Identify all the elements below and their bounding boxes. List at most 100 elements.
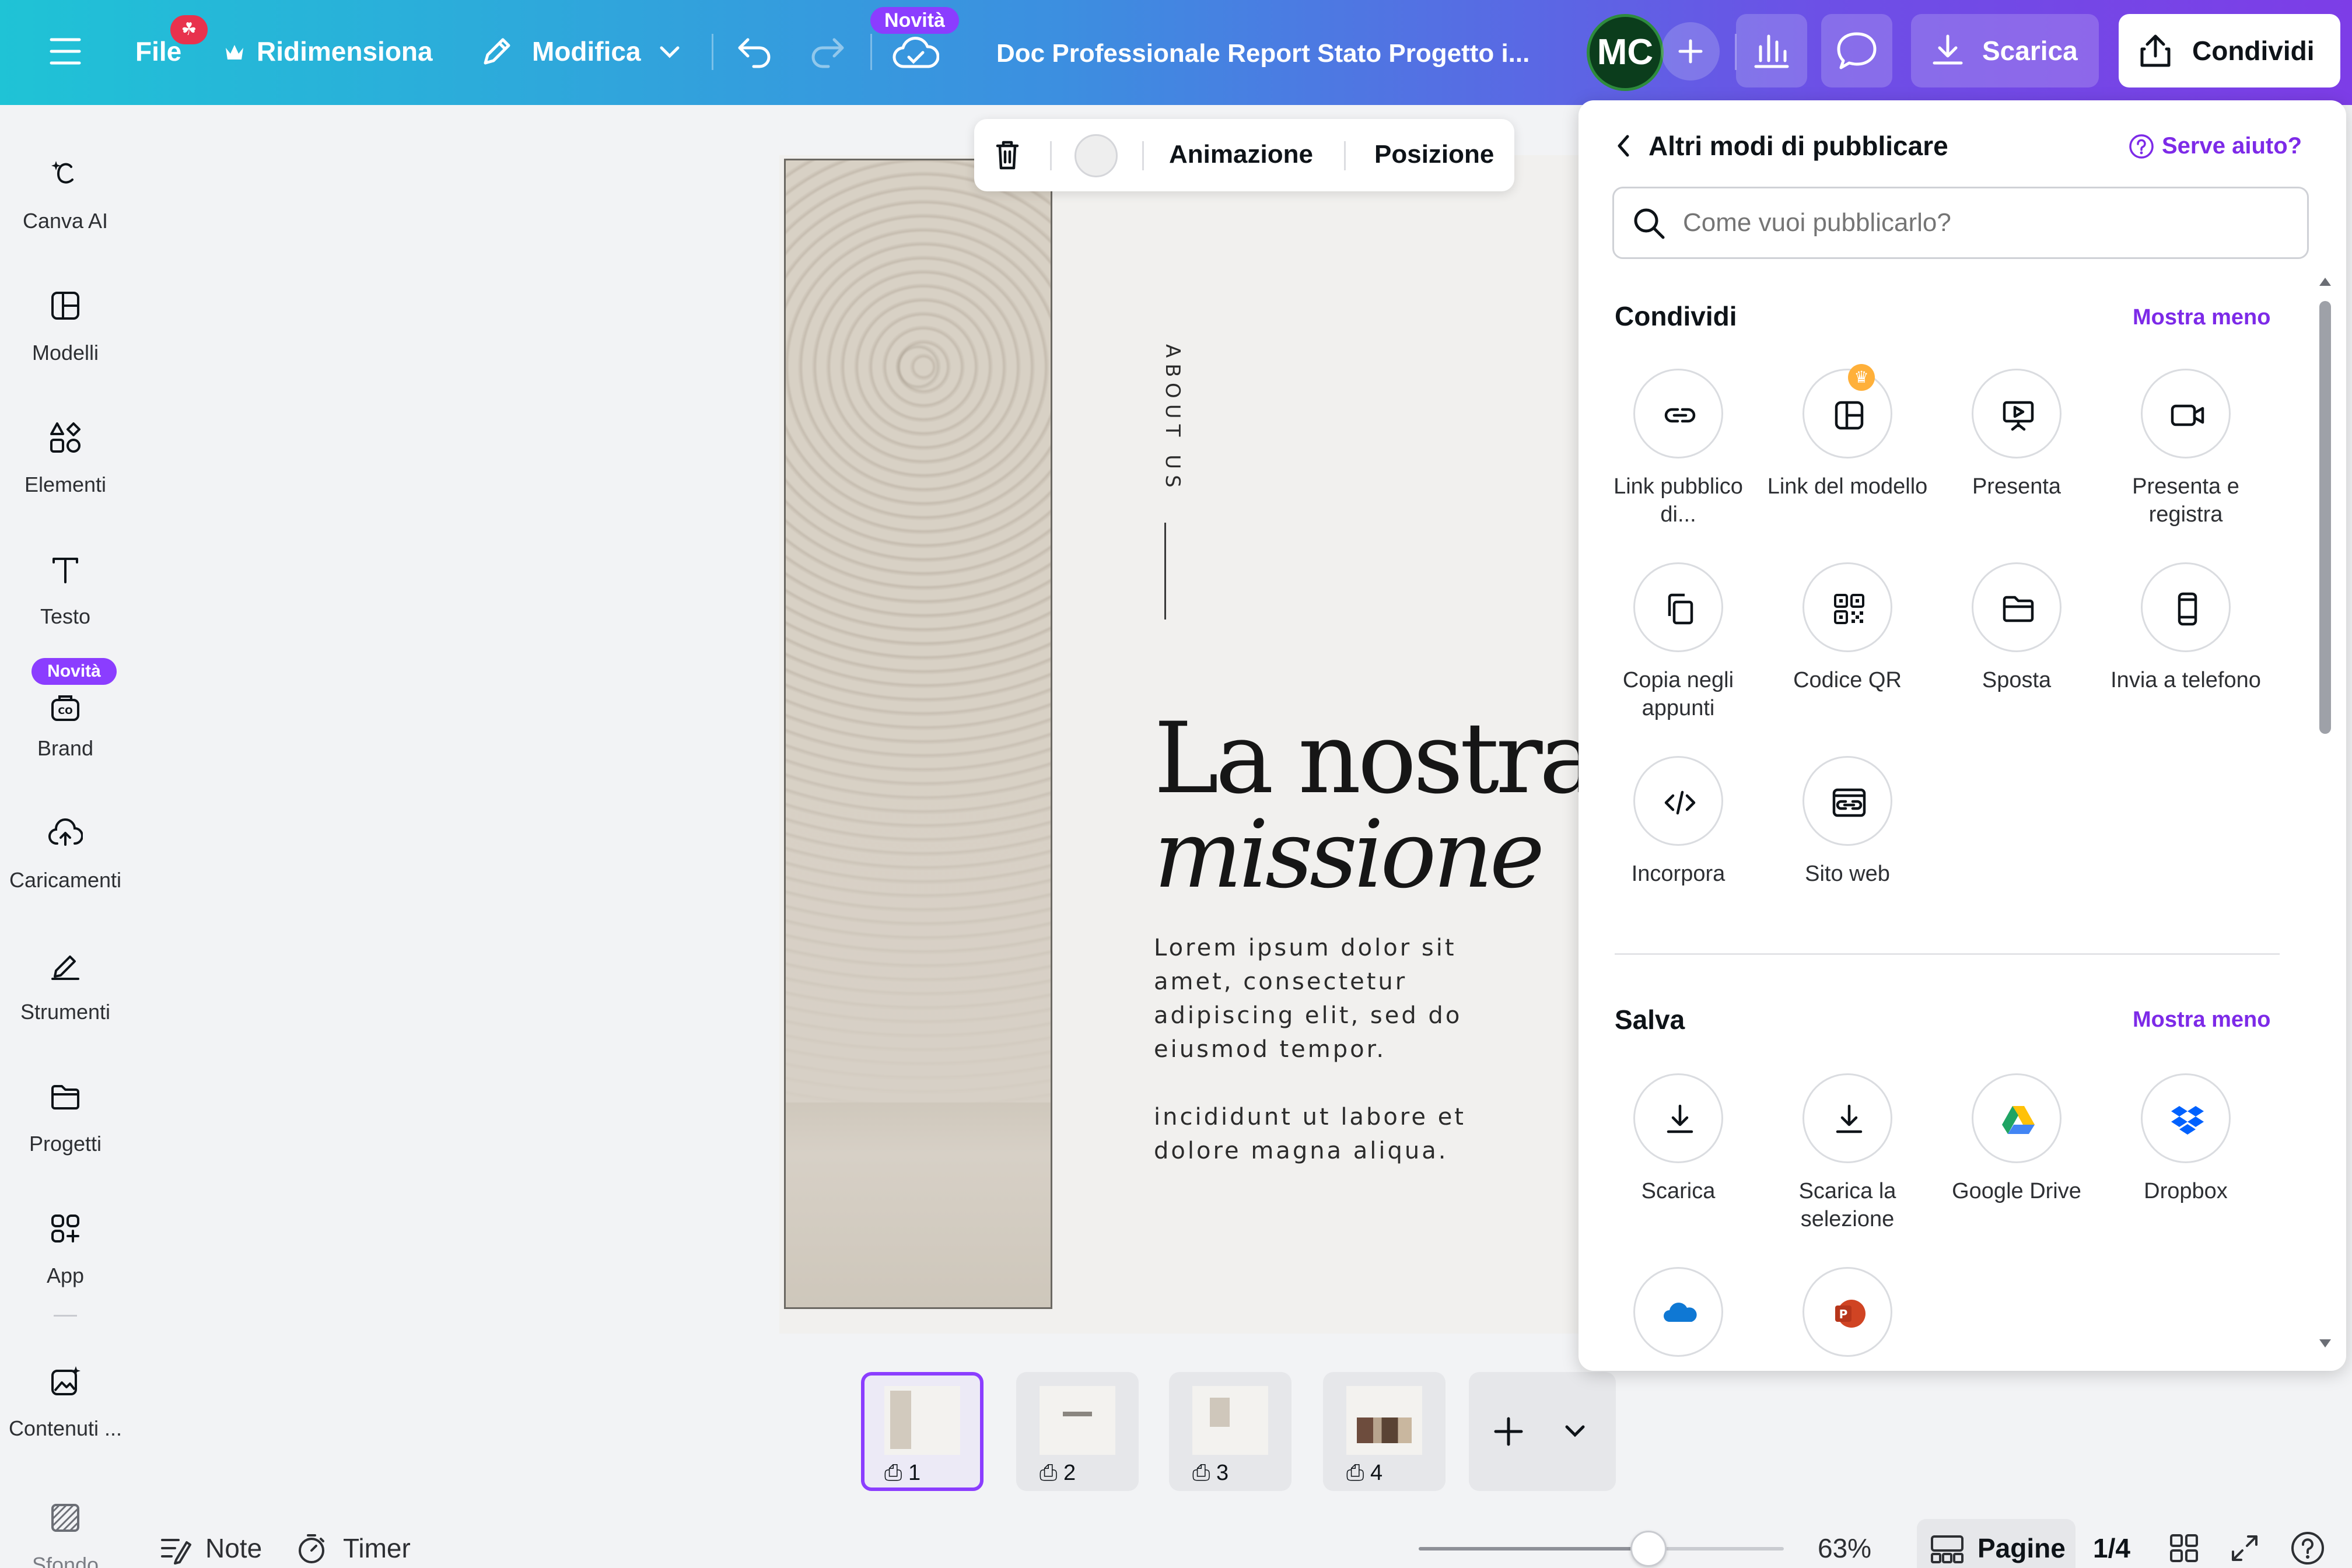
templates-icon: [48, 288, 83, 323]
panel-scrollbar[interactable]: [2315, 275, 2336, 1353]
share-option-present[interactable]: Presenta: [1932, 369, 2101, 561]
save-option-dropbox[interactable]: Dropbox: [2101, 1073, 2270, 1266]
timer-button[interactable]: Timer: [343, 1532, 411, 1564]
share-option-send-phone[interactable]: Invia a telefono: [2101, 562, 2270, 755]
share-option-qr-code[interactable]: Codice QR: [1763, 562, 1932, 755]
publish-search-field[interactable]: [1612, 187, 2309, 259]
chevron-down-icon: [1565, 1425, 1585, 1437]
scrollbar-thumb[interactable]: [2319, 301, 2331, 734]
body-paragraph-2[interactable]: incididunt ut labore et dolore magna ali…: [1154, 1100, 1516, 1168]
sidebar-item-brand[interactable]: Novità CO Brand: [0, 658, 131, 796]
add-page-button[interactable]: [1469, 1372, 1616, 1491]
sidebar-item-label: Contenuti ...: [8, 1416, 123, 1440]
toolbar-divider: [1344, 141, 1346, 170]
resize-button[interactable]: Ridimensiona: [257, 34, 433, 69]
option-label: Sposta: [1982, 668, 2052, 692]
download-selection-icon: [1831, 1101, 1868, 1139]
avatar[interactable]: MC: [1587, 14, 1664, 91]
analytics-button[interactable]: [1736, 14, 1807, 88]
share-option-embed[interactable]: Incorpora: [1594, 756, 1763, 949]
present-icon: [2000, 397, 2037, 434]
page-thumbnail[interactable]: ⎙ 4: [1323, 1372, 1446, 1491]
position-button[interactable]: Posizione: [1374, 136, 1494, 173]
notes-button[interactable]: Note: [205, 1532, 262, 1564]
sidebar-item-elements[interactable]: Elementi: [0, 410, 131, 532]
option-label: Scarica la selezione: [1798, 1179, 1896, 1231]
page-thumbnail[interactable]: ⎙ 3: [1169, 1372, 1292, 1491]
help-link[interactable]: Serve aiuto?: [2162, 128, 2302, 163]
sidebar-item-label: Elementi: [24, 473, 107, 496]
share-option-public-link[interactable]: Link pubblico di...: [1594, 369, 1763, 561]
pages-view-button[interactable]: Pagine: [1917, 1519, 2076, 1568]
zoom-slider[interactable]: [1419, 1531, 1784, 1567]
add-collaborator-button[interactable]: [1661, 22, 1720, 80]
share-option-website[interactable]: Sito web: [1763, 756, 1932, 949]
sidebar-item-label: Strumenti: [20, 1000, 111, 1024]
sidebar-item-text[interactable]: Testo: [0, 541, 131, 664]
cloud-saved-icon[interactable]: [892, 36, 939, 71]
page-counter[interactable]: 1/4: [2093, 1532, 2130, 1564]
print-icon: ⎙: [884, 1461, 902, 1485]
download-icon: [1661, 1101, 1699, 1139]
about-us-vertical-text[interactable]: ABOUT US: [1161, 344, 1184, 496]
grid-view-icon[interactable]: [2168, 1532, 2200, 1564]
color-swatch[interactable]: [1074, 134, 1118, 177]
comment-icon: [1837, 32, 1877, 69]
toolbar-divider: [712, 34, 713, 70]
chevron-down-icon[interactable]: [658, 43, 681, 61]
apps-icon: [48, 1211, 83, 1246]
fullscreen-icon[interactable]: [2228, 1532, 2261, 1564]
option-circle: [1803, 562, 1892, 652]
share-show-less-link[interactable]: Mostra meno: [2133, 300, 2270, 335]
share-button[interactable]: Condividi: [2119, 14, 2340, 88]
undo-icon[interactable]: [736, 34, 774, 69]
sidebar-item-uploads[interactable]: Caricamenti: [0, 805, 131, 928]
page-thumbnail[interactable]: ⎙ 2: [1016, 1372, 1139, 1491]
notes-icon[interactable]: [159, 1534, 191, 1564]
animation-button[interactable]: Animazione: [1169, 136, 1313, 173]
scroll-up-arrow-icon: [2319, 278, 2331, 286]
save-option-onedrive[interactable]: [1594, 1267, 1763, 1371]
body-paragraph-1[interactable]: Lorem ipsum dolor sit amet, consectetur …: [1154, 931, 1516, 1066]
save-option-download-selection[interactable]: Scarica la selezione: [1763, 1073, 1932, 1266]
document-title[interactable]: Doc Professionale Report Stato Progetto …: [996, 36, 1530, 71]
vertical-rule[interactable]: [1164, 523, 1166, 620]
share-option-present-record[interactable]: Presenta e registra: [2101, 369, 2270, 561]
option-label: Dropbox: [2144, 1179, 2228, 1203]
sidebar-item-label: Testo: [40, 604, 91, 628]
share-option-move[interactable]: Sposta: [1932, 562, 2101, 755]
left-sidebar: Canva AI Modelli Elementi Testo Novità C…: [0, 105, 131, 1568]
trash-icon[interactable]: [989, 136, 1026, 173]
share-option-template-link[interactable]: ♛ Link del modello: [1763, 364, 1932, 561]
share-option-copy-clipboard[interactable]: Copia negli appunti: [1594, 562, 1763, 755]
back-chevron-icon[interactable]: [1611, 131, 1637, 161]
edit-mode-button[interactable]: Modifica: [532, 34, 641, 69]
comment-button[interactable]: [1821, 14, 1892, 88]
timer-icon[interactable]: [295, 1532, 328, 1566]
sidebar-item-projects[interactable]: Progetti: [0, 1069, 131, 1191]
page-thumbnail[interactable]: ⎙ 1: [861, 1372, 984, 1491]
help-icon[interactable]: [2289, 1530, 2326, 1567]
hamburger-icon[interactable]: [49, 36, 82, 66]
search-input[interactable]: [1683, 202, 2290, 243]
save-option-download[interactable]: Scarica: [1594, 1073, 1763, 1266]
save-option-google-drive[interactable]: Google Drive: [1932, 1073, 2101, 1266]
help-circle-icon[interactable]: [2128, 133, 2155, 160]
download-button[interactable]: Scarica: [1911, 14, 2099, 88]
save-show-less-link[interactable]: Mostra meno: [2133, 1002, 2270, 1037]
sidebar-item-background[interactable]: Sfondo: [0, 1490, 131, 1568]
sidebar-item-tools[interactable]: Strumenti: [0, 937, 131, 1059]
heading-line-1[interactable]: La nostra: [1154, 706, 1598, 811]
zoom-level[interactable]: 63%: [1818, 1532, 1871, 1564]
option-circle: [1972, 1073, 2062, 1163]
sidebar-item-magic-media[interactable]: Contenuti ...: [0, 1353, 131, 1476]
option-label: Link pubblico di...: [1614, 474, 1743, 527]
sidebar-item-apps[interactable]: App: [0, 1200, 131, 1323]
sidebar-item-templates[interactable]: Modelli: [0, 278, 131, 400]
zoom-slider-thumb[interactable]: [1630, 1531, 1667, 1567]
option-circle: [1803, 756, 1892, 846]
heading-line-2[interactable]: missione: [1154, 802, 1545, 907]
save-option-powerpoint[interactable]: P: [1763, 1267, 1932, 1371]
redo-icon[interactable]: [808, 34, 846, 69]
sidebar-item-canva-ai[interactable]: Canva AI: [0, 146, 131, 268]
